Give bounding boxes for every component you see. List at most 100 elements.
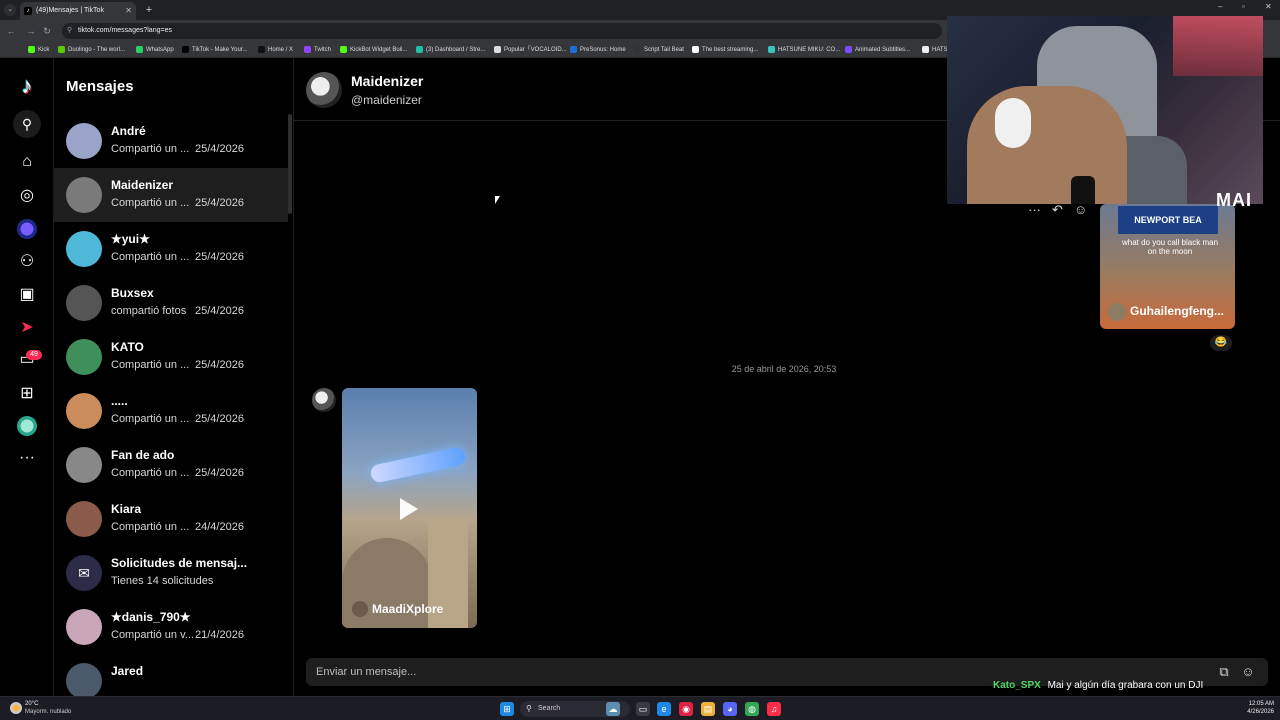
conversation-avatar[interactable] (66, 285, 102, 321)
chat-avatar[interactable] (306, 72, 342, 108)
play-icon[interactable] (400, 498, 418, 520)
mouse-cursor-icon (495, 196, 500, 204)
bookmark-item[interactable]: Popular「VOCALOID... (494, 44, 567, 56)
stream-logo: MAI (1216, 190, 1252, 210)
task-view-icon[interactable]: ▭ (636, 702, 650, 716)
bookmark-favicon-icon (692, 46, 699, 53)
received-video-message[interactable]: MaadiXplore (342, 388, 477, 628)
file-explorer-icon[interactable]: ▤ (701, 702, 715, 716)
following-icon[interactable]: ⚇ (17, 252, 37, 272)
url-bar[interactable]: ⚲ tiktok.com/messages?lang=es (62, 23, 942, 39)
chat-name[interactable]: Maidenizer (351, 73, 423, 89)
conversation-item[interactable]: ..... Compartió un ... 25/4/2026 (54, 384, 288, 438)
sender-avatar[interactable] (312, 388, 336, 412)
reload-icon[interactable]: ↻ (40, 24, 54, 38)
home-icon[interactable]: ⌂ (17, 152, 37, 172)
chat-handle[interactable]: @maidenizer (351, 93, 422, 107)
message-more-icon[interactable]: ··· (1028, 202, 1041, 217)
new-tab-icon[interactable]: + (142, 2, 156, 18)
maximize-icon[interactable]: ▫ (1242, 2, 1245, 11)
conversation-item[interactable]: Fan de ado Compartió un ... 25/4/2026 (54, 438, 288, 492)
sent-video-message[interactable]: NEWPORT BEA what do you call black man o… (1100, 204, 1235, 329)
reply-icon[interactable]: ↶ (1052, 202, 1063, 218)
conversation-name: ★danis_790★ (111, 610, 191, 624)
emoji-icon[interactable]: ☺ (1240, 664, 1256, 680)
conversation-name: Kiara (111, 502, 142, 516)
conversation-item[interactable]: Kiara Compartió un ... 24/4/2026 (54, 492, 288, 546)
conversation-scrollbar[interactable] (288, 114, 292, 214)
discord-icon[interactable]: ◕ (723, 702, 737, 716)
image-upload-icon[interactable]: ⧉ (1216, 664, 1232, 680)
widgets-icon[interactable]: ☁ (606, 702, 620, 716)
search-icon[interactable]: ⚲ (13, 110, 41, 138)
site-info-icon[interactable]: ⚲ (67, 23, 72, 39)
conversation-avatar[interactable] (66, 447, 102, 483)
conversation-avatar[interactable] (66, 501, 102, 537)
conversation-avatar[interactable] (66, 177, 102, 213)
conversation-avatar[interactable] (66, 339, 102, 375)
conversation-avatar[interactable] (66, 231, 102, 267)
conversation-preview: Compartió un ... (111, 143, 190, 155)
conversation-avatar[interactable] (66, 123, 102, 159)
video-author: MaadiXplore (352, 601, 443, 617)
conversation-item[interactable]: ✉ Solicitudes de mensaj... Tienes 14 solic… (54, 546, 288, 600)
bookmark-favicon-icon (182, 46, 189, 53)
bookmark-label: (3) Dashboard / Stre... (426, 47, 486, 53)
bookmark-item[interactable]: TikTok - Make Your... (182, 44, 247, 56)
window-close-icon[interactable]: ✕ (1265, 2, 1272, 11)
more-icon[interactable]: ··· (17, 448, 37, 468)
bookmark-item[interactable]: Kick (28, 44, 49, 56)
edge-icon[interactable]: e (657, 702, 671, 716)
weather-widget[interactable]: 20°C Mayorm. nublado (10, 700, 80, 718)
live-tv-icon[interactable]: ▣ (17, 285, 37, 305)
reaction-badge[interactable]: 😂 (1210, 335, 1232, 351)
bookmark-item[interactable]: PreSonus: Home (570, 44, 626, 56)
conversation-item[interactable]: ★yui★ Compartió un ... 25/4/2026 (54, 222, 288, 276)
conversation-name: KATO (111, 340, 144, 354)
bookmark-item[interactable]: Home / X (258, 44, 293, 56)
conversation-avatar[interactable] (66, 609, 102, 645)
conversation-item[interactable]: Buxsex compartió fotos 25/4/2026 (54, 276, 288, 330)
music-icon[interactable]: ♫ (767, 702, 781, 716)
conversation-item[interactable]: ★danis_790★ Compartió un v... 21/4/2026 (54, 600, 288, 654)
bookmark-label: Home / X (268, 47, 294, 53)
tab-search-icon[interactable]: ⌄ (4, 4, 16, 16)
tab-title: (49)Mensajes | TikTok (36, 7, 104, 14)
upload-icon[interactable]: ⊞ (17, 384, 37, 404)
tab-close-icon[interactable]: ✕ (125, 2, 132, 20)
explore-icon[interactable]: ◎ (17, 186, 37, 206)
send-icon[interactable]: ➤ (17, 318, 37, 338)
tiktok-logo-icon[interactable]: ♪ (15, 74, 39, 98)
message-requests-icon[interactable]: ✉ (66, 555, 102, 591)
conversation-avatar[interactable] (66, 663, 102, 699)
bookmark-item[interactable]: WhatsApp (136, 44, 174, 56)
start-icon[interactable]: ⊞ (500, 702, 514, 716)
bookmark-item[interactable]: Twitch (304, 44, 331, 56)
bookmark-item[interactable]: Duolingo - The worl... (58, 44, 125, 56)
bookmark-item[interactable]: HATSUNE MIKU: CO... (768, 44, 840, 56)
conversation-preview: Compartió un ... (111, 197, 190, 209)
bookmark-item[interactable]: (3) Dashboard / Stre... (416, 44, 485, 56)
weather-condition: Mayorm. nublado (25, 709, 72, 715)
bookmark-item[interactable]: Animated Subtitles... (845, 44, 910, 56)
app-icon[interactable]: ◉ (679, 702, 693, 716)
forward-icon[interactable]: → (24, 24, 38, 38)
author-avatar (352, 601, 368, 617)
conversation-avatar[interactable] (66, 393, 102, 429)
bookmark-item[interactable]: KickBot Widget Buil... (340, 44, 407, 56)
taskbar: 20°C Mayorm. nublado ⊞ ⚲ Search ☁ ▭ e ◉ … (0, 696, 1280, 720)
browser-tab[interactable]: ♪ (49)Mensajes | TikTok ✕ (20, 2, 136, 20)
live-avatar[interactable] (17, 219, 37, 239)
conversation-item[interactable]: André Compartió un ... 25/4/2026 (54, 114, 288, 168)
profile-avatar[interactable] (17, 416, 37, 436)
back-icon[interactable]: ← (4, 24, 18, 38)
add-reaction-icon[interactable]: ☺ (1074, 202, 1087, 217)
bookmark-item[interactable]: The best streaming... (692, 44, 758, 56)
bookmark-item[interactable]: HATS (922, 44, 948, 56)
chrome-icon[interactable]: ◍ (745, 702, 759, 716)
minimize-icon[interactable]: – (1218, 2, 1222, 11)
system-clock[interactable]: 12:05 AM 4/26/2026 (1238, 700, 1274, 716)
bookmark-item[interactable]: Script Tail Beat (634, 44, 684, 56)
conversation-item[interactable]: KATO Compartió un ... 25/4/2026 (54, 330, 288, 384)
conversation-item[interactable]: Maidenizer Compartió un ... 25/4/2026 (54, 168, 288, 222)
